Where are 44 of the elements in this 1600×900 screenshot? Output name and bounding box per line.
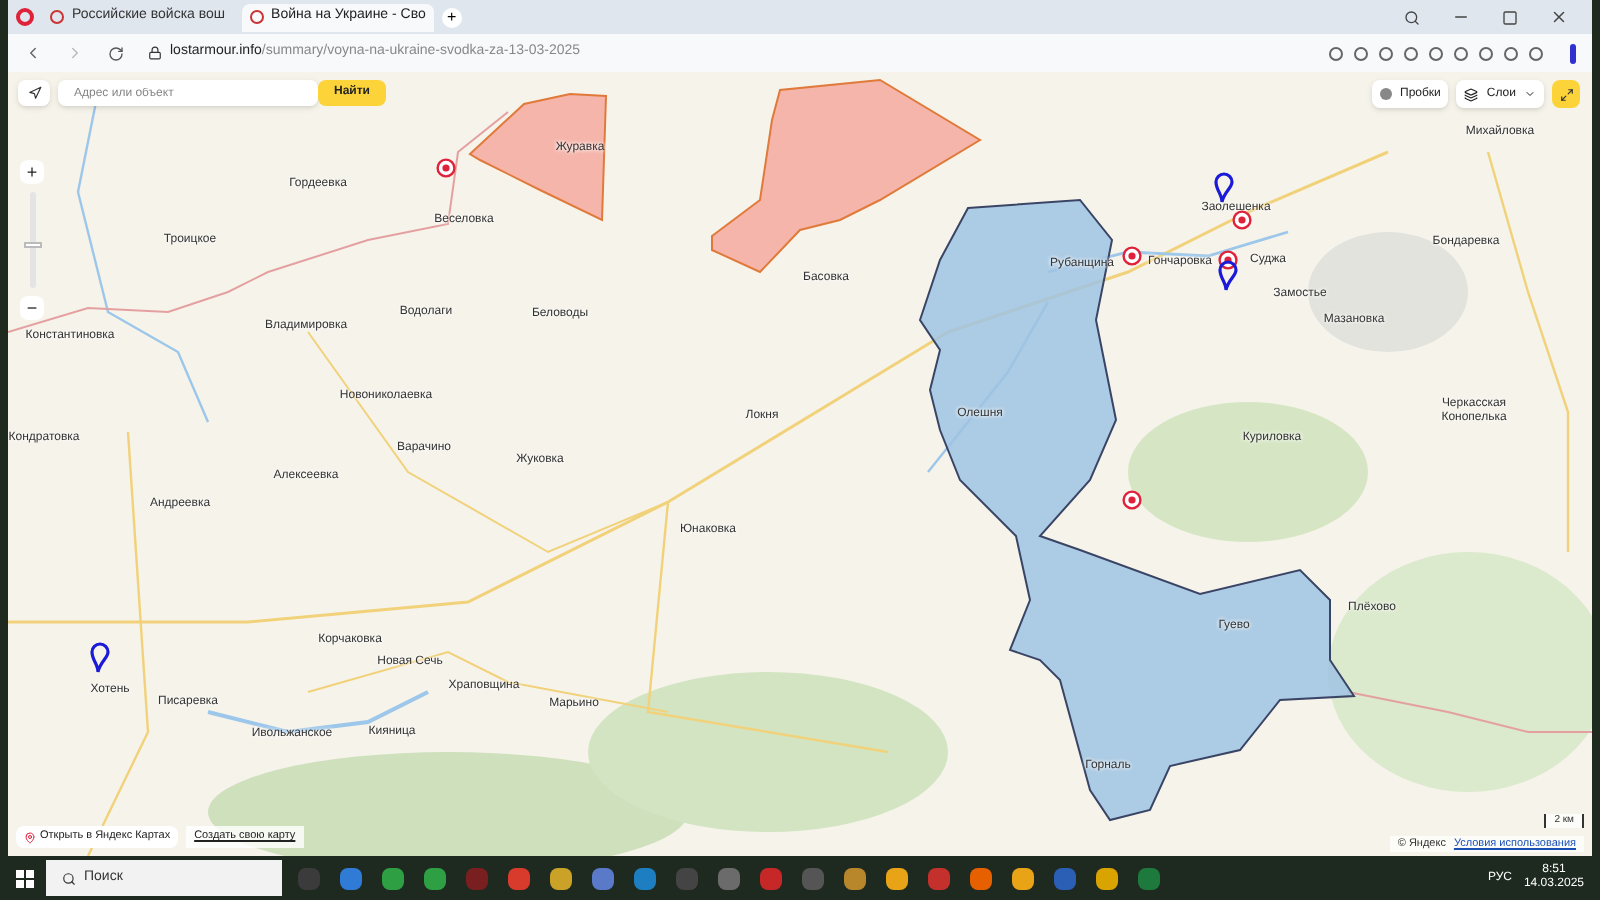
target-marker-icon[interactable] bbox=[436, 158, 456, 178]
target-marker-icon[interactable] bbox=[1218, 250, 1238, 270]
search-icon[interactable] bbox=[1404, 9, 1420, 25]
app-icon[interactable] bbox=[844, 867, 866, 889]
app-icon[interactable] bbox=[382, 867, 404, 889]
app-icon[interactable] bbox=[550, 867, 572, 889]
close-icon[interactable] bbox=[1550, 8, 1568, 26]
app-icon[interactable] bbox=[508, 867, 530, 889]
app-icon[interactable] bbox=[886, 867, 908, 889]
pin-marker-icon[interactable] bbox=[1218, 260, 1238, 292]
app-icon[interactable] bbox=[1096, 867, 1118, 889]
app-icon[interactable] bbox=[1012, 867, 1034, 889]
location-arrow-icon bbox=[27, 86, 41, 100]
app-icon[interactable] bbox=[340, 867, 362, 889]
app-icon[interactable] bbox=[718, 867, 740, 889]
layers-icon bbox=[1464, 87, 1479, 101]
app-icon[interactable] bbox=[424, 867, 446, 889]
map-pin-icon bbox=[24, 831, 36, 843]
target-marker-icon[interactable] bbox=[1122, 490, 1142, 510]
zoom-slider-thumb[interactable] bbox=[23, 241, 41, 248]
target-marker-icon[interactable] bbox=[1232, 210, 1252, 230]
app-icon[interactable] bbox=[970, 867, 992, 889]
fullscreen-button[interactable] bbox=[1552, 80, 1580, 108]
browser-logo-icon[interactable] bbox=[16, 8, 34, 26]
toolbar-icons-drawing[interactable] bbox=[1326, 43, 1546, 63]
new-tab-button[interactable]: + bbox=[441, 7, 462, 27]
back-icon[interactable] bbox=[24, 44, 42, 62]
sidebar-handle[interactable] bbox=[1570, 43, 1576, 63]
zoom-in-button[interactable]: + bbox=[20, 160, 44, 184]
expand-icon bbox=[1559, 87, 1573, 101]
maximize-icon[interactable] bbox=[1502, 9, 1518, 25]
zoom-out-button[interactable]: − bbox=[20, 296, 44, 320]
start-icon[interactable] bbox=[16, 869, 34, 887]
app-icon[interactable] bbox=[634, 867, 656, 889]
pin-marker-icon[interactable] bbox=[1214, 172, 1234, 204]
reload-icon[interactable] bbox=[108, 45, 124, 61]
search-icon bbox=[62, 871, 76, 885]
app-icon[interactable] bbox=[592, 867, 614, 889]
lock-icon bbox=[148, 46, 162, 60]
caret-icon bbox=[1524, 88, 1536, 100]
target-marker-icon[interactable] bbox=[1122, 246, 1142, 266]
locate-button[interactable] bbox=[18, 80, 50, 106]
app-icon[interactable] bbox=[1138, 867, 1160, 889]
pin-marker-icon[interactable] bbox=[90, 642, 110, 674]
